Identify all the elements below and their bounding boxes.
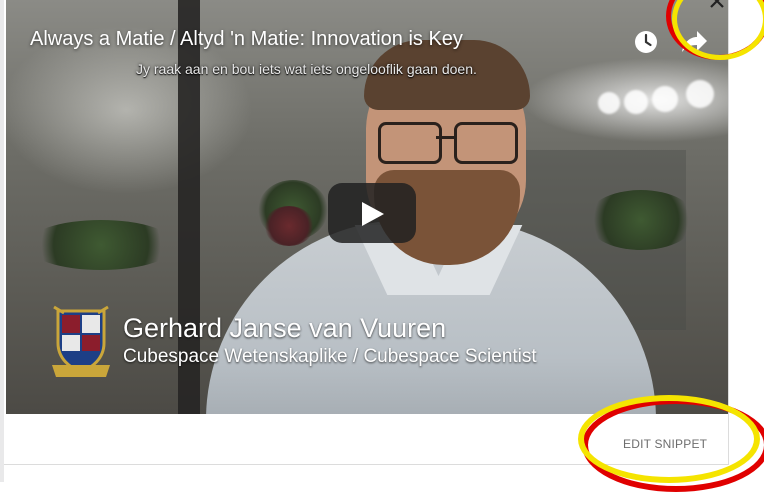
play-icon [362,202,384,226]
speaker-role: Cubespace Wetenskaplike / Cubespace Scie… [123,346,537,367]
background-plant [26,220,176,270]
video-player[interactable]: Always a Matie / Altyd 'n Matie: Innovat… [6,0,728,414]
background-light [686,80,714,108]
annotation-ring [578,395,760,483]
video-subtitle: Jy raak aan en bou iets wat iets ongeloo… [136,61,477,77]
university-crest-icon [50,303,112,381]
play-button[interactable] [328,183,416,243]
clock-icon[interactable] [634,30,658,54]
video-title[interactable]: Always a Matie / Altyd 'n Matie: Innovat… [30,28,463,51]
speaker-name: Gerhard Janse van Vuuren [123,313,447,343]
